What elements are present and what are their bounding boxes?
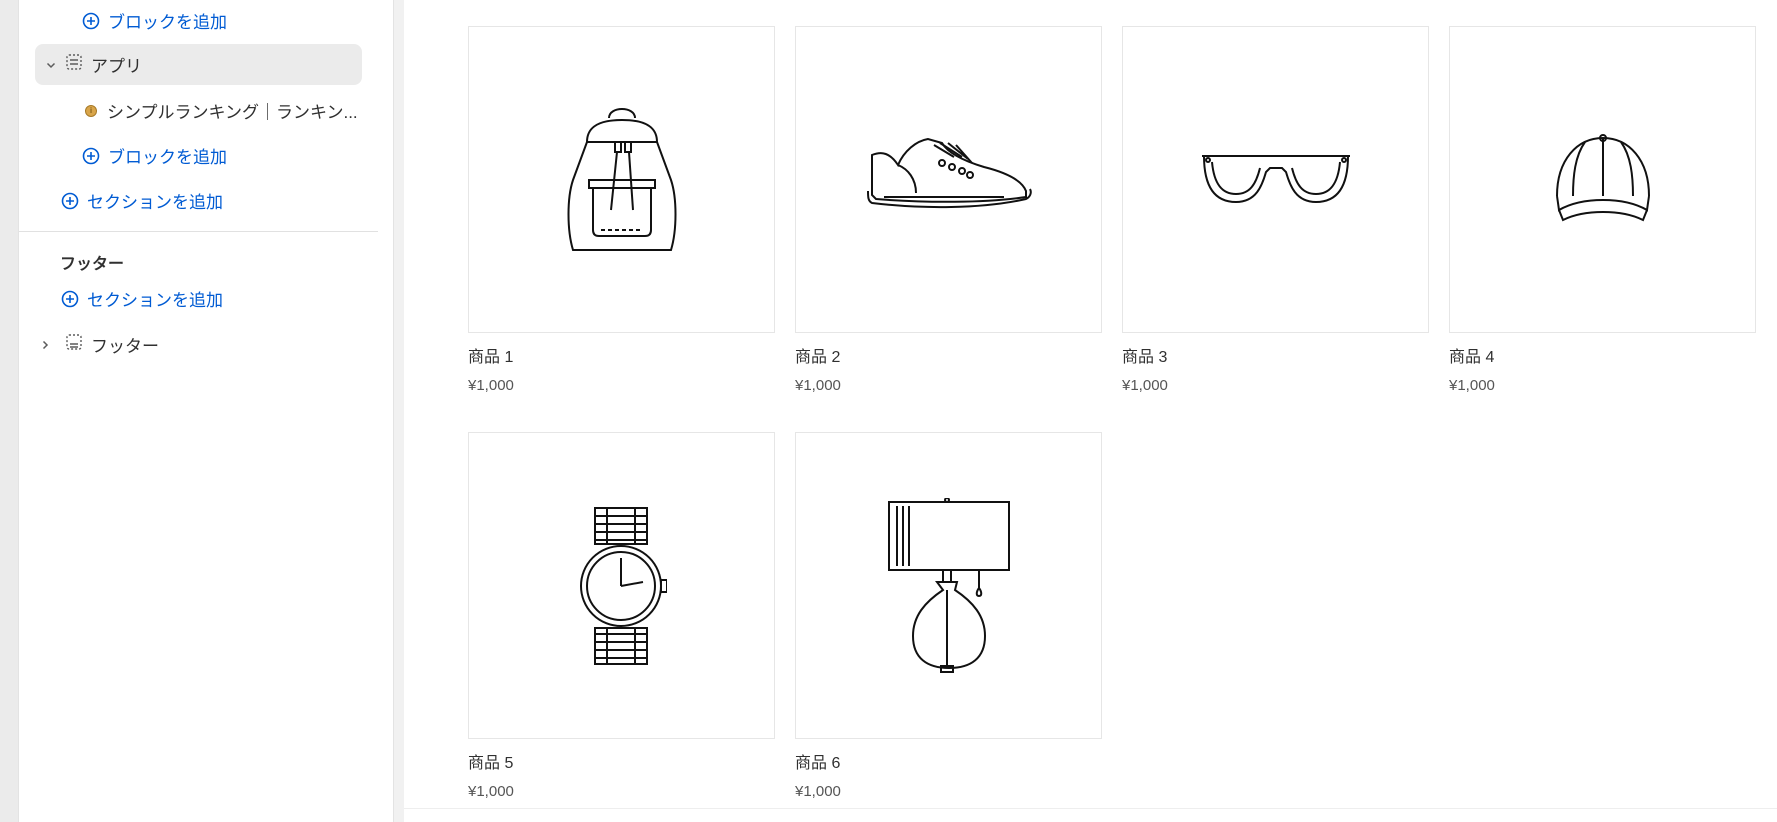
- add-block-button[interactable]: ブロックを追加: [82, 143, 227, 168]
- product-image[interactable]: [795, 26, 1102, 333]
- sneaker-icon: [866, 137, 1032, 208]
- footer-add-section-button[interactable]: セクションを追加: [61, 286, 223, 311]
- chevron-right-icon[interactable]: [37, 337, 53, 353]
- plus-circle-icon: [82, 147, 100, 164]
- product-title[interactable]: 商品 4: [1449, 343, 1756, 366]
- backpack-icon: [567, 107, 676, 251]
- product-price: ¥1,000: [795, 377, 841, 394]
- sunglasses-icon: [1201, 154, 1350, 203]
- app-block-icon: i: [85, 104, 97, 117]
- add-section-label: セクションを追加: [87, 291, 223, 310]
- section-row-footer[interactable]: フッター: [37, 332, 159, 357]
- lamp-icon: [887, 497, 1010, 673]
- product-card[interactable]: 商品 4 ¥1,000: [1449, 26, 1756, 394]
- product-title[interactable]: 商品 6: [795, 749, 1102, 772]
- product-price: ¥1,000: [1449, 377, 1495, 394]
- product-image[interactable]: [1449, 26, 1756, 333]
- plus-circle-icon: [82, 12, 100, 29]
- editor-panel: ブロックを追加 アプリ i シンプルランキング｜ランキン... ブロックを追加 …: [0, 0, 394, 822]
- section-label: フッター: [91, 337, 159, 356]
- preview-footer-edge: [404, 808, 1777, 822]
- product-card[interactable]: 商品 1 ¥1,000: [468, 26, 775, 394]
- product-card[interactable]: 商品 3 ¥1,000: [1122, 26, 1429, 394]
- product-image[interactable]: [468, 432, 775, 739]
- product-title[interactable]: 商品 5: [468, 749, 775, 772]
- product-title[interactable]: 商品 3: [1122, 343, 1429, 366]
- add-section-label: セクションを追加: [87, 193, 223, 212]
- footer-group-title: フッター: [60, 256, 125, 273]
- product-image[interactable]: [1122, 26, 1429, 333]
- section-label: アプリ: [91, 57, 142, 76]
- product-title[interactable]: 商品 1: [468, 343, 775, 366]
- plus-circle-icon: [61, 290, 79, 307]
- sidebar: ブロックを追加 アプリ i シンプルランキング｜ランキン... ブロックを追加 …: [18, 0, 394, 822]
- add-block-label: ブロックを追加: [108, 148, 227, 167]
- divider: [19, 231, 378, 232]
- footer-section-icon: [65, 333, 83, 356]
- app-block-row[interactable]: i シンプルランキング｜ランキン...: [85, 98, 375, 123]
- product-price: ¥1,000: [1122, 377, 1168, 394]
- product-card[interactable]: 商品 5 ¥1,000: [468, 432, 775, 800]
- add-block-label: ブロックを追加: [108, 13, 227, 32]
- app-block-label: シンプルランキング｜ランキン...: [107, 103, 358, 122]
- product-price: ¥1,000: [468, 377, 514, 394]
- product-price: ¥1,000: [795, 783, 841, 800]
- section-row-apps[interactable]: アプリ: [35, 44, 362, 85]
- product-price: ¥1,000: [468, 783, 514, 800]
- product-image[interactable]: [468, 26, 775, 333]
- add-block-button[interactable]: ブロックを追加: [82, 8, 227, 33]
- product-card[interactable]: 商品 6 ¥1,000: [795, 432, 1102, 800]
- section-icon: [65, 53, 83, 76]
- product-title[interactable]: 商品 2: [795, 343, 1102, 366]
- chevron-down-icon[interactable]: [43, 57, 59, 73]
- add-section-button[interactable]: セクションを追加: [61, 188, 223, 213]
- plus-circle-icon: [61, 192, 79, 209]
- watch-icon: [579, 506, 667, 665]
- cap-icon: [1555, 133, 1650, 221]
- product-image[interactable]: [795, 432, 1102, 739]
- store-preview: 商品 1 ¥1,000 商品 2 ¥1,000 商品 3 ¥1,000 商品 4…: [404, 0, 1777, 808]
- product-card[interactable]: 商品 2 ¥1,000: [795, 26, 1102, 394]
